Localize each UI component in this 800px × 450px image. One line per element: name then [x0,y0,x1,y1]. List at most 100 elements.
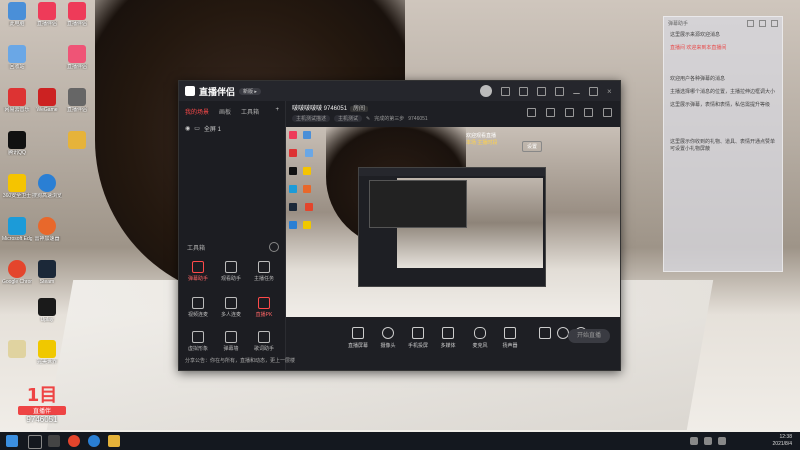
desktop-icon-folder-2[interactable] [62,131,92,150]
version-badge[interactable]: 新版 ▸ [239,87,261,95]
more-tools-icon[interactable] [269,242,279,252]
desktop-icon-folder[interactable] [2,340,32,359]
room-step: 完成的第三步 [374,116,405,122]
sogou-browser-icon[interactable] [88,435,100,447]
tray-ime-icon[interactable] [718,437,726,445]
media-button[interactable]: 多媒体 [434,327,462,349]
phone-cast-button[interactable]: 手机投屏 [404,327,432,349]
tab-toolbox[interactable]: 工具箱 [241,107,259,116]
chat-line: 直播间 欢迎来到本直播间 [670,45,727,51]
desktop-icon-360[interactable]: 360安全卫士 [2,174,32,199]
room-tag[interactable]: 房间 [350,106,369,112]
user-avatar[interactable] [480,85,492,97]
desktop-icon-recycle-bin[interactable]: 回收站 [2,45,32,70]
bag-icon[interactable] [565,108,574,117]
desktop-icon-live-companion-3[interactable]: 直播伴侣 [62,45,92,70]
desktop-icon-steam[interactable]: Steam [32,260,62,285]
lock-icon[interactable] [747,19,754,27]
tab-canvas[interactable]: 画板 [219,107,231,116]
danmu-chat-panel: 弹幕助手 这里展示来源欢迎消息 直播间 欢迎来到本直播间 欢迎用户各种弹幕的消息… [663,16,783,272]
microphone-button[interactable]: 麦克风 [466,327,494,349]
tool-watch-assistant[interactable]: 观看助手 [216,261,246,282]
scene-tabs: 我的场景 画板 工具箱 + [179,101,285,122]
search-icon[interactable] [28,435,42,449]
close-icon[interactable] [771,19,778,27]
bottom-toolbar: 直播屏幕 摄像头 手机投屏 多媒体 麦克风 扬声器 开始直播 [286,319,620,367]
tray-network-icon[interactable] [690,437,698,445]
chat-header[interactable]: 弹幕助手 [664,17,782,29]
edit-icon[interactable]: ✎ [366,116,370,122]
overlay-settings-button[interactable]: 设置 [522,141,543,152]
task-icon [258,261,270,273]
tool-danmu-wall[interactable]: 弹幕墙 [216,331,246,352]
desktop-icon-netease-music[interactable]: 网易云音乐 [2,88,32,113]
settings-icon[interactable] [759,19,766,27]
chat-line: 这里展示来源欢迎消息 [670,32,721,38]
tool-danmu-assistant[interactable]: 弹幕助手 [183,261,213,282]
lock-icon[interactable] [546,108,555,117]
window-titlebar[interactable]: 直播伴侣 新版 ▸ × [179,81,620,101]
tools-title: 工具箱 [187,246,206,252]
record-icon[interactable] [527,108,536,117]
add-tab-icon[interactable]: + [275,107,279,116]
desktop-icon-leishen[interactable]: 雷神加速器 [32,217,62,242]
windows-start-icon[interactable] [6,435,18,447]
settings-icon[interactable] [555,86,564,96]
file-explorer-icon[interactable] [108,435,120,447]
desktop-icon-live-companion-2[interactable]: 直播伴侣 [62,2,92,27]
room-desc-pill[interactable]: 主机测试描述 [292,115,331,122]
tool-live-pk[interactable]: 直播PK [249,297,279,318]
minimize-icon[interactable] [573,89,580,94]
desktop-icon-shortcut[interactable]: 直播伴侣 [62,88,92,113]
desktop-icon-edge[interactable]: Microsoft Edge [2,217,32,242]
play-icon [442,327,454,339]
chat-line: 这里展示弹幕，表情和表情，私信需提升等级 [670,102,771,108]
desktop-icon-uplay[interactable]: Uplay [32,298,62,323]
tool-multi-link[interactable]: 多人连麦 [216,297,246,318]
tool-lyrics-assistant[interactable]: 歌词助手 [249,331,279,352]
bell-icon[interactable] [584,108,593,117]
screen-icon: ▭ [194,126,200,132]
taskbar-clock[interactable]: 12:38 2021/8/4 [773,434,792,448]
room-test-pill[interactable]: 主机测试 [334,115,363,122]
chat-line: 主播选择哪个消息的位置，主播拉伸边框调大小 [670,89,776,95]
tab-my-scenes[interactable]: 我的场景 [185,107,209,116]
scene-item[interactable]: ◉ ▭ 全屏 1 [179,122,285,135]
gift-icon[interactable] [519,86,528,96]
desktop-icon-live-companion[interactable]: 直播伴侣 [32,2,62,27]
desktop-icon-this-pc[interactable]: 此电脑 [2,2,32,27]
maximize-icon[interactable] [589,86,598,96]
tool-video-link[interactable]: 视频连麦 [183,297,213,318]
tool-virtual-avatar[interactable]: 虚拟形象 [183,331,213,352]
desktop-icon-wegame[interactable]: WeGame [32,88,62,113]
notice-bar[interactable]: 分享公告：你在与所有，直播和动态，更上一层楼 [185,357,295,364]
share-icon[interactable] [603,108,612,117]
desktop-icon-sogou-browser[interactable]: 搜狗高速浏览器 [32,174,62,199]
live-preview[interactable]: 欢迎观看直播 本场 主播时段 设置 [286,127,620,317]
task-view-icon[interactable] [48,435,60,447]
camera-icon [382,327,394,339]
speaker-button[interactable]: 扬声器 [496,327,524,349]
clock-date: 2021/8/4 [772,441,792,447]
eye-icon[interactable]: ◉ [185,125,190,132]
desktop-icon-qq[interactable]: 腾讯QQ [2,131,32,156]
camera-button[interactable]: 摄像头 [374,327,402,349]
app-name: 直播伴侣 [199,86,236,97]
scene-label: 全屏 1 [203,127,221,133]
desktop-icon-chrome[interactable]: Google Chrome [2,260,32,285]
desktop-icon-perfect-world[interactable]: 完美世界 [32,340,62,365]
tool-anchor-task[interactable]: 主播任务 [249,261,279,282]
shirt-icon[interactable] [537,86,546,96]
message-icon[interactable] [501,86,510,96]
chrome-icon[interactable] [68,435,80,447]
user-icon [225,261,237,273]
watermark-id: 9746051 [26,415,58,424]
screen-capture-button[interactable]: 直播屏幕 [344,327,372,349]
broadcast-watermark: 1目 直播伴 9746051 [18,386,66,424]
chat-title: 弹幕助手 [668,20,689,27]
windows-taskbar: 12:38 2021/8/4 [0,432,800,450]
clock-time: 12:38 [779,434,792,440]
start-live-button[interactable]: 开始直播 [568,329,610,343]
close-icon[interactable]: × [607,87,614,95]
tray-volume-icon[interactable] [704,437,712,445]
